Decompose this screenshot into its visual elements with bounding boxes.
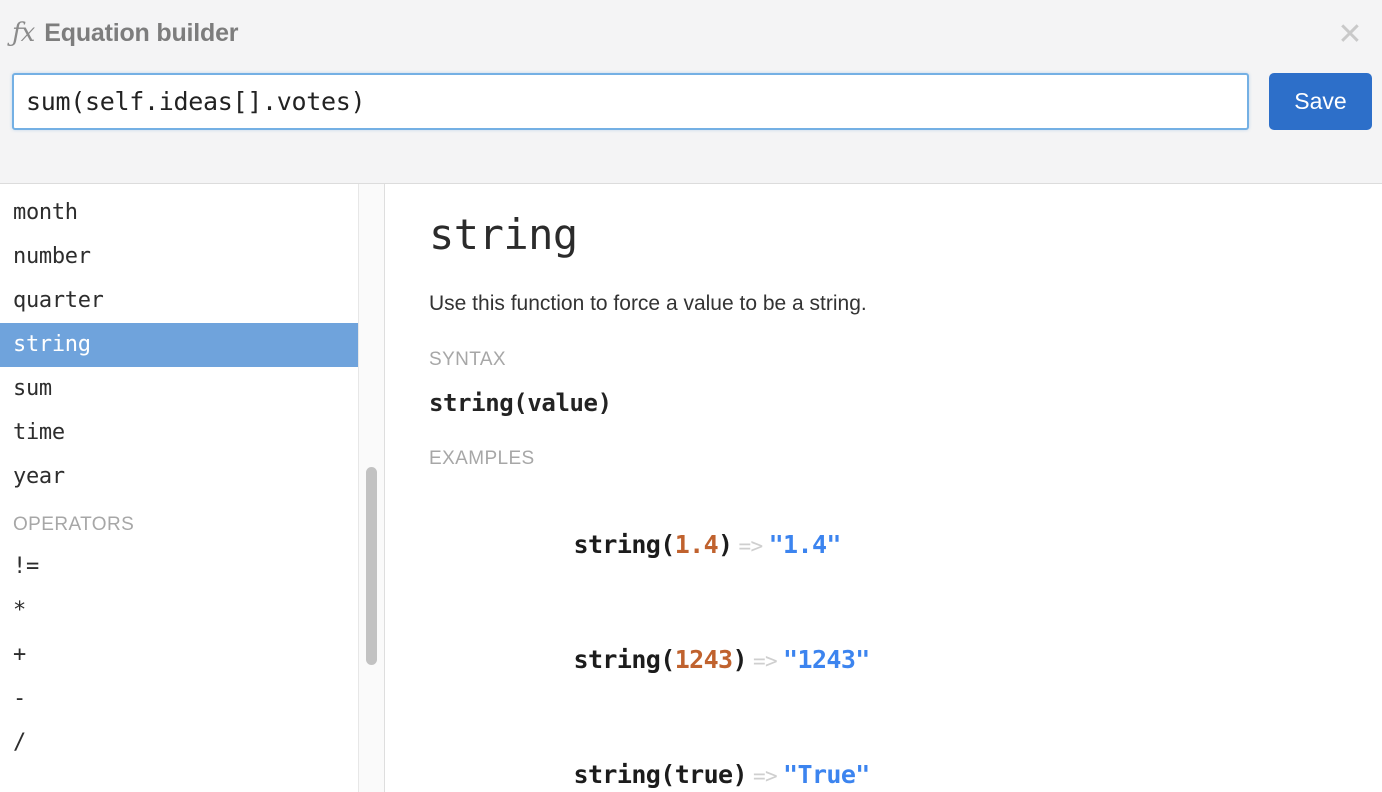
example-arrow-icon: => [738, 534, 764, 558]
list-item[interactable]: / [0, 721, 358, 765]
sidebar-scrollbar[interactable] [358, 184, 385, 792]
example-row: string(true) => "True" [429, 718, 1382, 792]
list-item[interactable]: time [0, 411, 358, 455]
function-title: string [429, 210, 578, 259]
formula-row: Save [0, 66, 1382, 130]
examples-list: string(1.4) => "1.4" string(1243) => "1243" … [429, 488, 1382, 792]
save-button[interactable]: Save [1269, 73, 1372, 130]
example-arrow-icon: => [752, 649, 778, 673]
close-icon[interactable]: ✕ [1334, 20, 1366, 52]
examples-label: EXAMPLES [429, 448, 535, 469]
example-call-prefix: string( [573, 645, 676, 674]
example-call-prefix: string( [573, 760, 676, 789]
list-item[interactable]: - [0, 677, 358, 721]
example-row: string(1.4) => "1.4" [429, 488, 1382, 603]
scrollbar-thumb[interactable] [366, 467, 377, 665]
example-argument: 1.4 [674, 530, 719, 559]
dialog-header: ƒx Equation builder ✕ Save [0, 0, 1382, 184]
example-argument: true [674, 760, 733, 789]
example-argument: 1243 [674, 645, 733, 674]
example-arrow-icon: => [752, 764, 778, 788]
list-item[interactable]: != [0, 545, 358, 589]
page-title: Equation builder [44, 18, 239, 47]
function-list: month number quarter string sum time yea… [0, 191, 358, 499]
formula-input[interactable] [12, 73, 1249, 130]
dialog-body: month number quarter string sum time yea… [0, 184, 1382, 792]
function-description: Use this function to force a value to be… [429, 292, 867, 315]
function-list-sidebar: month number quarter string sum time yea… [0, 184, 358, 792]
list-item[interactable]: year [0, 455, 358, 499]
syntax-label: SYNTAX [429, 349, 507, 370]
syntax-signature: string(value) [429, 389, 612, 417]
operators-group-label: OPERATORS [13, 514, 135, 535]
equation-builder-dialog: ƒx Equation builder ✕ Save month number … [0, 0, 1382, 792]
list-item[interactable]: quarter [0, 279, 358, 323]
example-call-suffix: ) [732, 645, 748, 674]
list-item[interactable]: * [0, 589, 358, 633]
example-result: "1.4" [768, 530, 842, 559]
example-result: "True" [783, 760, 870, 789]
list-item[interactable]: sum [0, 367, 358, 411]
example-row: string(1243) => "1243" [429, 603, 1382, 718]
list-item[interactable]: month [0, 191, 358, 235]
dialog-title-row: ƒx Equation builder [0, 0, 1382, 66]
list-item[interactable]: + [0, 633, 358, 677]
operator-list: != * + - / [0, 545, 358, 765]
list-item-selected[interactable]: string [0, 323, 358, 367]
list-item[interactable]: number [0, 235, 358, 279]
fx-icon: ƒx [12, 18, 35, 48]
example-call-prefix: string( [573, 530, 676, 559]
function-detail-pane: string Use this function to force a valu… [385, 184, 1382, 792]
example-call-suffix: ) [718, 530, 733, 559]
example-result: "1243" [783, 645, 870, 674]
example-call-suffix: ) [732, 760, 748, 789]
